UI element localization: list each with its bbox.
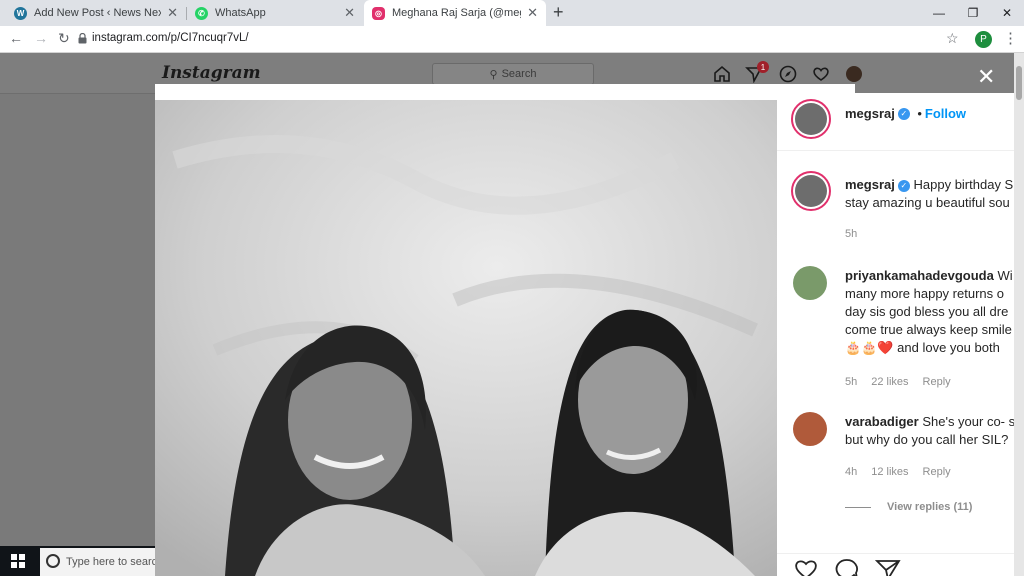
scrollbar-thumb[interactable]: [1016, 66, 1022, 100]
cortana-icon: [46, 554, 60, 568]
page-scrollbar[interactable]: [1014, 53, 1024, 576]
post-modal-top: [155, 84, 855, 100]
account-avatar[interactable]: [846, 66, 862, 82]
back-icon[interactable]: ←: [9, 30, 23, 46]
post-owner-username[interactable]: megsraj: [845, 106, 895, 121]
caption-text: megsraj ✓ Happy birthday S: [845, 176, 1013, 194]
caption-line: stay amazing u beautiful sou: [845, 195, 1010, 210]
comment-meta: 5h 22 likes Reply: [845, 376, 965, 388]
post-photo[interactable]: [155, 100, 777, 576]
tab-title: Meghana Raj Sarja (@megsraj) •: [392, 7, 521, 19]
caption-line: Happy birthday S: [913, 177, 1014, 192]
profile-avatar[interactable]: P: [975, 31, 992, 48]
url-field[interactable]: instagram.com/p/CI7ncuqr7vL/: [92, 32, 249, 44]
comment-text: varabadiger She's your co- s: [845, 413, 1014, 431]
taskbar-search-input[interactable]: Type here to search: [40, 548, 155, 576]
lock-icon: [78, 33, 87, 44]
reload-icon[interactable]: ↻: [58, 30, 70, 47]
minimize-icon[interactable]: —: [922, 0, 956, 26]
comment-line: many more happy returns o: [845, 286, 1004, 301]
view-replies-button[interactable]: View replies (11): [887, 501, 972, 513]
browser-menu-icon[interactable]: ⋮: [1003, 29, 1018, 47]
like-heart-icon[interactable]: [793, 558, 819, 576]
post-sidebar: megsraj ✓ • Follow megsraj ✓ Happy birthday…: [777, 93, 1014, 576]
comment-username[interactable]: varabadiger: [845, 414, 919, 429]
dot-separator: •: [917, 106, 922, 121]
caption-username[interactable]: megsraj: [845, 177, 895, 192]
comment-bubble-icon[interactable]: [835, 558, 859, 576]
post-header: megsraj ✓ • Follow: [777, 93, 1014, 151]
tab-title: WhatsApp: [215, 7, 266, 19]
wordpress-icon: W: [14, 6, 27, 20]
comment-line: She's your co- s: [922, 414, 1014, 429]
close-tab-icon[interactable]: ✕: [527, 5, 538, 21]
tab-title: Add New Post ‹ News Next — W: [34, 7, 162, 19]
instagram-logo[interactable]: Instagram: [162, 63, 261, 83]
commenter-avatar[interactable]: [793, 266, 827, 300]
tab-whatsapp[interactable]: ✆ WhatsApp ✕: [187, 0, 363, 26]
close-tab-icon[interactable]: ✕: [344, 5, 355, 21]
comment-timestamp[interactable]: 4h: [845, 466, 857, 478]
comment-text: priyankamahadevgouda Wi: [845, 267, 1013, 285]
window-close-icon[interactable]: ✕: [990, 0, 1024, 26]
post-image: [155, 100, 777, 576]
verified-badge-icon: ✓: [897, 179, 910, 192]
comment-line: day sis god bless you all dre: [845, 304, 1009, 319]
taskbar-search-placeholder: Type here to search: [66, 556, 155, 568]
commenter-avatar[interactable]: [793, 412, 827, 446]
view-replies-line: [845, 507, 871, 508]
comment-timestamp[interactable]: 5h: [845, 376, 857, 388]
instagram-icon: ◎: [372, 6, 385, 20]
comment-line: Wi: [997, 268, 1013, 283]
follow-button[interactable]: Follow: [925, 106, 966, 121]
whatsapp-icon: ✆: [195, 6, 208, 20]
activity-heart-icon[interactable]: [812, 65, 830, 83]
bookmark-star-icon[interactable]: ☆: [946, 30, 959, 47]
tab-wordpress[interactable]: W Add New Post ‹ News Next — W ✕: [6, 0, 186, 26]
comment-likes[interactable]: 22 likes: [871, 376, 908, 388]
restore-icon[interactable]: ❐: [956, 0, 990, 26]
reply-button[interactable]: Reply: [923, 376, 951, 388]
post-owner-line: megsraj ✓ • Follow: [845, 105, 966, 123]
search-icon: ⚲: [489, 68, 498, 81]
home-icon[interactable]: [713, 65, 731, 83]
tab-instagram[interactable]: ◎ Meghana Raj Sarja (@megsraj) • ✕: [364, 0, 546, 26]
comment-meta: 4h 12 likes Reply: [845, 466, 965, 478]
verified-badge-icon: ✓: [897, 107, 910, 120]
explore-icon[interactable]: [779, 65, 797, 83]
comment-username[interactable]: priyankamahadevgouda: [845, 268, 994, 283]
caption-avatar[interactable]: [791, 171, 831, 211]
comment-line: come true always keep smile: [845, 322, 1012, 337]
reply-button[interactable]: Reply: [923, 466, 951, 478]
post-owner-avatar[interactable]: [791, 99, 831, 139]
caption-timestamp[interactable]: 5h: [845, 228, 857, 240]
comment-likes[interactable]: 12 likes: [871, 466, 908, 478]
new-tab-icon[interactable]: +: [553, 2, 564, 23]
close-modal-icon[interactable]: ✕: [977, 64, 995, 90]
instagram-search-input[interactable]: ⚲ Search: [432, 63, 594, 85]
comment-line: 🎂🎂❤️ and love you both: [845, 340, 1000, 355]
comment-line: but why do you call her SIL?: [845, 432, 1009, 447]
share-icon[interactable]: [875, 558, 901, 576]
notification-badge: 1: [757, 61, 769, 73]
search-placeholder: Search: [501, 68, 537, 80]
close-tab-icon[interactable]: ✕: [167, 5, 178, 21]
post-actions: [777, 553, 1014, 576]
forward-icon[interactable]: →: [34, 30, 48, 46]
windows-start-icon[interactable]: [11, 554, 25, 568]
